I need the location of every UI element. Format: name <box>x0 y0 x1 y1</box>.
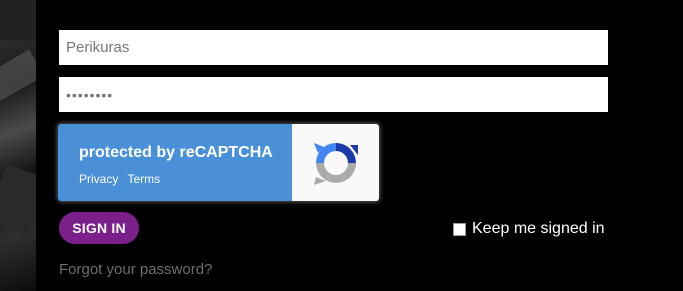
recaptcha-text-panel: protected by reCAPTCHA Privacy Terms <box>58 124 292 201</box>
keep-signed-in-label: Keep me signed in <box>472 220 605 237</box>
recaptcha-badge[interactable]: protected by reCAPTCHA Privacy Terms <box>58 124 379 201</box>
recaptcha-privacy-link[interactable]: Privacy <box>79 172 118 186</box>
username-value: Perikuras <box>66 39 130 56</box>
password-field[interactable]: •••••••• <box>59 77 608 112</box>
recaptcha-logo-panel <box>292 124 379 201</box>
artwork-shape <box>0 164 36 236</box>
recaptcha-terms-link[interactable]: Terms <box>127 172 160 186</box>
keep-signed-in-option[interactable]: Keep me signed in <box>453 220 605 238</box>
username-field[interactable]: Perikuras <box>59 30 608 65</box>
artwork-shape <box>0 0 36 40</box>
password-value: •••••••• <box>66 86 114 103</box>
recaptcha-logo-icon <box>313 142 358 185</box>
artwork-shape <box>0 49 36 101</box>
background-artwork <box>0 0 36 291</box>
forgot-password-link[interactable]: Forgot your password? <box>59 261 212 278</box>
sign-in-button[interactable]: SIGN IN <box>59 212 139 244</box>
keep-signed-in-checkbox[interactable] <box>453 222 466 236</box>
recaptcha-title: protected by reCAPTCHA <box>79 144 273 161</box>
recaptcha-links: Privacy Terms <box>79 172 292 186</box>
